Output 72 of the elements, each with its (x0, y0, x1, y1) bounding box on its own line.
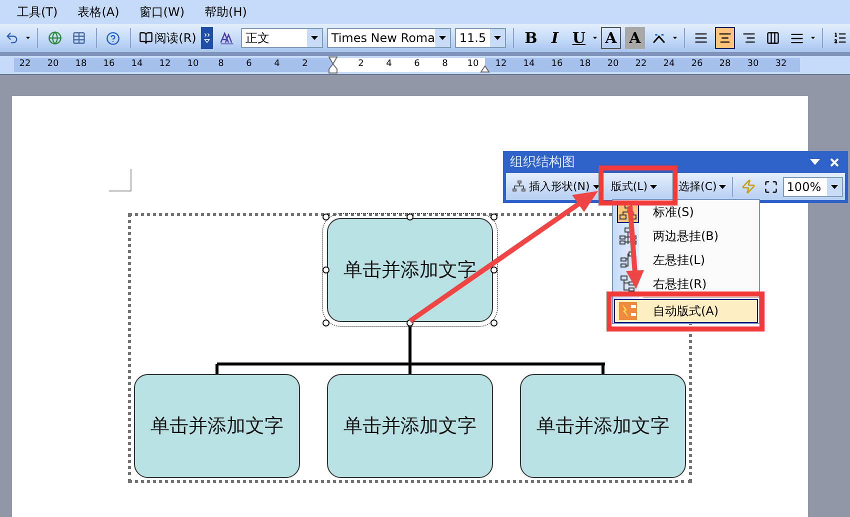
ruler-number: 8 (218, 59, 224, 69)
caret-icon[interactable] (811, 36, 816, 40)
reading-button[interactable]: 阅读(R) (138, 27, 198, 49)
menu-item[interactable]: 帮助(H) (204, 4, 247, 20)
ruler-number: 16 (103, 59, 115, 69)
ruler-number: 24 (663, 59, 675, 69)
ruler-number: 4 (274, 59, 280, 69)
close-icon[interactable] (830, 158, 839, 166)
caret-icon[interactable] (718, 184, 726, 188)
ruler-number: 4 (386, 59, 392, 69)
caret-icon[interactable] (592, 184, 600, 188)
caret-icon[interactable] (494, 36, 502, 40)
ruler-number: 8 (442, 59, 448, 69)
ruler-number: 2 (358, 59, 364, 69)
ruler-number: 6 (246, 59, 252, 69)
italic-button[interactable]: I (544, 27, 565, 49)
book-icon (138, 31, 153, 45)
insert-shape-button[interactable]: 插入形状(N) (510, 176, 591, 198)
layout-button[interactable]: 版式(L) (610, 176, 658, 198)
ruler-number: 20 (47, 59, 59, 69)
character-shading-button[interactable]: A (624, 27, 645, 49)
ruler-number: 18 (579, 59, 591, 69)
toolbar-title: 组织结构图 (510, 154, 575, 171)
caret-icon[interactable] (439, 36, 446, 40)
ruler-number: 32 (775, 59, 787, 69)
menu-item[interactable]: 标准(S) (614, 200, 758, 224)
ruler-number: 12 (159, 59, 171, 69)
caret-icon[interactable] (311, 36, 318, 40)
font-field[interactable]: Times New Roma (327, 28, 452, 48)
menu-item[interactable]: 左悬挂(L) (614, 248, 758, 272)
ruler-number: 14 (523, 59, 535, 69)
toolbar-options-icon[interactable] (201, 27, 214, 49)
org-chart-node[interactable]: 单击并添加文字 (134, 374, 300, 478)
bold-button[interactable]: B (520, 27, 541, 49)
ruler-number: 30 (747, 59, 759, 69)
align-center-icon[interactable] (715, 27, 736, 49)
caret-icon[interactable] (672, 36, 677, 40)
ruler-number: 14 (131, 59, 143, 69)
ruler-number: 12 (495, 59, 507, 69)
character-border-button[interactable]: A (600, 27, 621, 49)
ruler-number: 6 (414, 59, 420, 69)
menu-item[interactable]: 两边悬挂(B) (614, 224, 758, 248)
dropdown-icon[interactable] (810, 159, 820, 165)
menu-item[interactable]: 工具(T) (17, 4, 58, 20)
underline-button[interactable]: U (568, 27, 589, 49)
ruler-number: 28 (719, 59, 731, 69)
ruler-number: 22 (19, 59, 31, 69)
select-button[interactable]: 选择(C) (678, 176, 727, 198)
ruler-number: 10 (187, 59, 199, 69)
menu-item[interactable]: 自动版式(A) (614, 299, 758, 323)
ruler-number: 26 (691, 59, 703, 69)
ruler-number: 16 (551, 59, 563, 69)
org-chart-icon (511, 180, 527, 194)
org-chart-node[interactable]: 单击并添加文字 (520, 374, 686, 478)
indent-marker-icon[interactable] (328, 56, 338, 74)
menu-item[interactable]: 表格(A) (78, 4, 120, 20)
ruler-number: 20 (607, 59, 619, 69)
ruler-number: 10 (467, 59, 479, 69)
menu-item[interactable]: 窗口(W) (139, 4, 185, 20)
style-field[interactable]: 正文 (241, 28, 324, 48)
org-chart-node[interactable]: 单击并添加文字 (327, 374, 493, 478)
caret-icon[interactable] (650, 184, 657, 188)
ruler-number: 2 (302, 59, 308, 69)
caret-icon[interactable] (830, 184, 838, 188)
caret-icon[interactable] (592, 36, 597, 40)
ruler-number: 22 (635, 59, 647, 69)
caret-icon[interactable] (26, 36, 30, 40)
font-size-field[interactable]: 11.5 (455, 28, 506, 48)
menu-item[interactable]: 右悬挂(R) (614, 272, 758, 296)
ruler-number: 18 (75, 59, 87, 69)
zoom-field[interactable]: 100% (782, 176, 843, 196)
margin-corner-mark (109, 169, 132, 192)
